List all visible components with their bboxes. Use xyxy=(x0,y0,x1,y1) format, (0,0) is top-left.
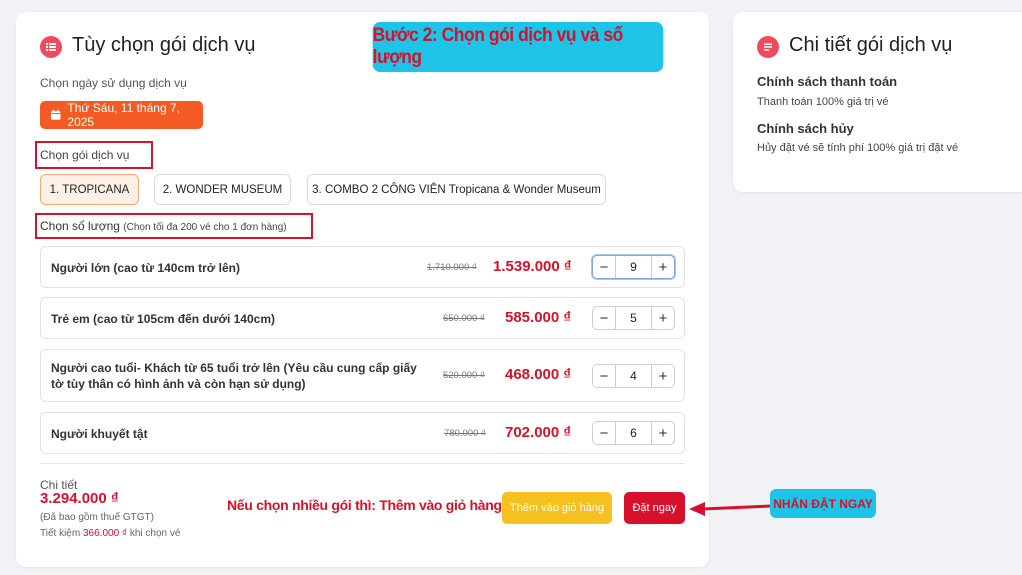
quantity-value[interactable]: 9 xyxy=(615,256,652,278)
ticket-price: 468.000 ₫ xyxy=(505,366,572,383)
increase-button[interactable]: + xyxy=(652,256,674,278)
qty-label-text: Chọn số lượng xyxy=(40,219,120,233)
savings-amount: 366.000 ₫ xyxy=(82,528,128,539)
ticket-name: Người khuyết tật xyxy=(51,427,148,441)
ticket-price: 1.539.000 ₫ xyxy=(493,258,572,275)
ticket-old-price: 1.710.000 ₫ xyxy=(427,262,477,273)
payment-policy-heading: Chính sách thanh toán xyxy=(757,74,898,89)
quantity-stepper-disabled: − 6 + xyxy=(592,421,675,445)
divider xyxy=(40,463,685,464)
ticket-row-child: Trẻ em (cao từ 105cm đến dưới 140cm) 650… xyxy=(40,297,685,339)
calendar-icon xyxy=(50,109,61,120)
increase-button[interactable]: + xyxy=(652,307,674,329)
arrow-left-icon xyxy=(689,502,771,516)
ticket-row-senior: Người cao tuổi- Khách từ 65 tuổi trở lên… xyxy=(40,349,685,402)
ticket-old-price: 780.000 ₫ xyxy=(444,428,486,439)
decrease-button[interactable]: − xyxy=(593,422,615,444)
document-icon xyxy=(757,36,779,58)
quantity-value[interactable]: 6 xyxy=(615,422,652,444)
list-icon xyxy=(40,36,62,58)
ticket-price: 585.000 ₫ xyxy=(505,309,572,326)
detail-title: Chi tiết gói dịch vụ xyxy=(789,34,953,56)
total-price: 3.294.000 ₫ xyxy=(40,490,119,507)
date-label: Chọn ngày sử dụng dịch vụ xyxy=(40,76,187,90)
ticket-name: Người lớn (cao từ 140cm trở lên) xyxy=(51,261,241,275)
quantity-value[interactable]: 5 xyxy=(615,307,652,329)
ticket-old-price: 520.000 ₫ xyxy=(443,370,485,381)
date-picker-button[interactable]: Thứ Sáu, 11 tháng 7, 2025 xyxy=(40,101,203,129)
service-options-card xyxy=(16,12,709,567)
ticket-price: 702.000 ₫ xyxy=(505,424,572,441)
savings-suffix: khi chọn vé xyxy=(129,528,181,539)
ticket-row-adult: Người lớn (cao từ 140cm trở lên) 1.710.0… xyxy=(40,246,685,288)
add-to-cart-button[interactable]: Thêm vào giỏ hàng xyxy=(502,492,612,524)
qty-label: Chọn số lượng (Chọn tối đa 200 vé cho 1 … xyxy=(40,219,287,233)
multi-package-note: Nếu chọn nhiều gói thì: Thêm vào giỏ hàn… xyxy=(227,497,502,513)
cancel-policy-text: Hủy đặt vé sẽ tính phí 100% giá trị đặt … xyxy=(757,142,959,154)
order-now-button[interactable]: Đặt ngay xyxy=(624,492,685,524)
package-label: Chọn gói dịch vụ xyxy=(40,148,130,162)
step-banner: Bước 2: Chọn gói dịch vụ và số lượng xyxy=(372,22,664,72)
ticket-old-price: 650.000 ₫ xyxy=(443,313,485,324)
vat-note: (Đã bao gồm thuế GTGT) xyxy=(40,512,154,523)
ticket-name: Người cao tuổi- Khách từ 65 tuổi trở lên… xyxy=(51,361,417,391)
ticket-row-disabled: Người khuyết tật 780.000 ₫ 702.000 ₫ − 6… xyxy=(40,412,685,454)
quantity-stepper-senior: − 4 + xyxy=(592,364,675,388)
package-tab-wonder-museum[interactable]: 2. WONDER MUSEUM xyxy=(154,174,291,205)
payment-policy-text: Thanh toán 100% giá trị vé xyxy=(757,96,889,108)
quantity-stepper-adult: − 9 + xyxy=(592,255,675,279)
ticket-name: Trẻ em (cao từ 105cm đến dưới 140cm) xyxy=(51,312,275,326)
decrease-button[interactable]: − xyxy=(593,365,615,387)
increase-button[interactable]: + xyxy=(652,422,674,444)
cancel-policy-heading: Chính sách hủy xyxy=(757,121,854,136)
qty-hint: (Chọn tối đa 200 vé cho 1 đơn hàng) xyxy=(123,222,287,233)
decrease-button[interactable]: − xyxy=(593,256,615,278)
increase-button[interactable]: + xyxy=(652,365,674,387)
package-tab-tropicana[interactable]: 1. TROPICANA xyxy=(40,174,139,205)
page-title: Tùy chọn gói dịch vụ xyxy=(72,34,256,56)
decrease-button[interactable]: − xyxy=(593,307,615,329)
savings-note: Tiết kiệm 366.000 ₫ khi chọn vé xyxy=(40,528,180,539)
quantity-value[interactable]: 4 xyxy=(615,365,652,387)
date-value: Thứ Sáu, 11 tháng 7, 2025 xyxy=(67,101,180,129)
quantity-stepper-child: − 5 + xyxy=(592,306,675,330)
savings-prefix: Tiết kiệm xyxy=(40,528,81,539)
package-tab-combo[interactable]: 3. COMBO 2 CÔNG VIÊN Tropicana & Wonder … xyxy=(307,174,606,205)
press-order-badge: NHẤN ĐẶT NGAY xyxy=(770,489,876,518)
